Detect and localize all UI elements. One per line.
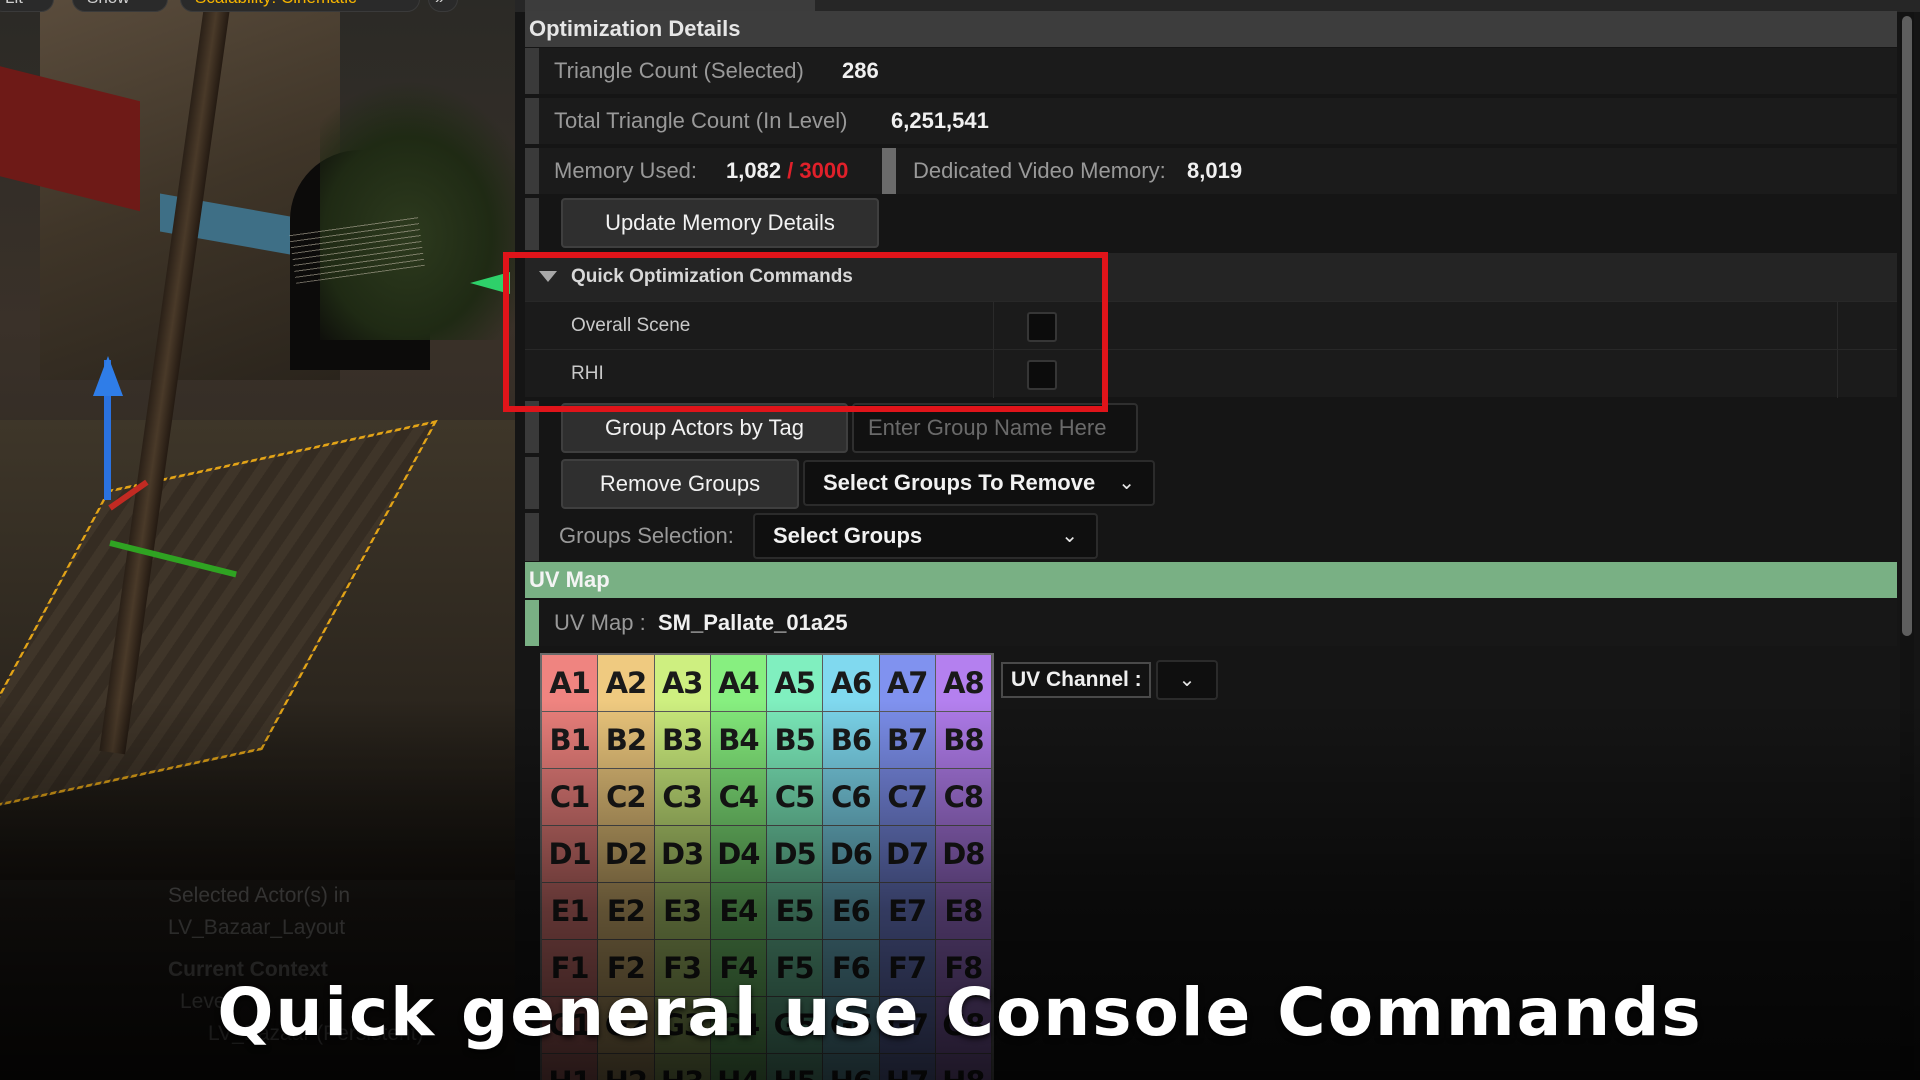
uv-cell: B6 (823, 712, 880, 769)
row-stripe (525, 148, 539, 194)
uv-cell: A6 (823, 655, 880, 712)
groups-selection-row: Groups Selection: Select Groups ⌄ (525, 513, 1897, 561)
uv-cell: E5 (767, 883, 824, 940)
uv-cell: C4 (710, 769, 767, 826)
level-viewport[interactable]: Lit Show Scalability: Cinematic » Select… (0, 0, 515, 1080)
viewport-toolbar: Lit Show Scalability: Cinematic » (0, 0, 515, 16)
uv-cell: C3 (654, 769, 711, 826)
uv-cell: D6 (823, 826, 880, 883)
uv-cell: E6 (823, 883, 880, 940)
video-memory-value: 8,019 (1187, 158, 1243, 183)
uv-cell: C8 (935, 769, 992, 826)
uv-cell: C5 (767, 769, 824, 826)
uv-cell: D8 (935, 826, 992, 883)
column-divider (1837, 350, 1838, 398)
uv-cell: E3 (654, 883, 711, 940)
uv-cell: B3 (654, 712, 711, 769)
uv-cell: B5 (767, 712, 824, 769)
uv-cell: B4 (710, 712, 767, 769)
uv-cell: B7 (879, 712, 936, 769)
uv-cell: D3 (654, 826, 711, 883)
memory-used-amount: 1,082 (726, 158, 782, 183)
uv-channel-dropdown[interactable]: ⌄ (1156, 660, 1218, 700)
row-stripe (525, 98, 539, 144)
memory-cap: 3000 (799, 158, 849, 183)
triangle-selected-label: Triangle Count (Selected) (554, 58, 804, 83)
update-memory-row: Update Memory Details (525, 198, 1897, 250)
memory-divider (882, 148, 896, 194)
uv-cell: D2 (598, 826, 655, 883)
scene-plant (320, 80, 515, 340)
row-stripe (525, 513, 539, 561)
row-stripe (525, 457, 539, 509)
uv-cell: A2 (598, 655, 655, 712)
select-groups-to-remove-dropdown[interactable]: Select Groups To Remove ⌄ (803, 460, 1155, 506)
uv-cell: E4 (710, 883, 767, 940)
uv-channel-label: UV Channel : (1001, 662, 1151, 698)
memory-used-label: Memory Used: (554, 158, 698, 183)
uv-cell: E8 (935, 883, 992, 940)
chevron-down-icon: ⌄ (1061, 525, 1078, 547)
optimization-details-header[interactable]: Optimization Details (525, 11, 1897, 47)
memory-used-value: 1,082 / 3000 (726, 158, 848, 184)
triangle-total-row: Total Triangle Count (In Level) 6,251,54… (525, 98, 1897, 144)
selected-actor-info: Selected Actor(s) in (168, 884, 351, 907)
chevron-down-icon: ⌄ (1178, 669, 1196, 691)
uv-cell: E7 (879, 883, 936, 940)
uv-cell: B8 (935, 712, 992, 769)
lit-mode-button[interactable]: Lit (0, 0, 54, 12)
column-divider (1837, 302, 1838, 350)
uv-cell: B1 (542, 712, 599, 769)
uv-cell: E1 (542, 883, 599, 940)
uv-map-label: UV Map : (554, 610, 646, 635)
row-stripe (525, 198, 539, 250)
show-menu-button[interactable]: Show (72, 0, 168, 12)
uv-map-mesh-name: SM_Pallate_01a25 (658, 610, 848, 635)
row-stripe (525, 48, 539, 94)
panel-scrollbar-thumb[interactable] (1902, 16, 1912, 636)
remove-groups-button[interactable]: Remove Groups (561, 459, 799, 509)
uv-cell: A3 (654, 655, 711, 712)
selected-actor-level: LV_Bazaar_Layout (168, 916, 346, 939)
uv-cell: C1 (542, 769, 599, 826)
select-groups-value: Select Groups (773, 523, 923, 548)
gizmo-z-arrow-icon[interactable] (93, 356, 123, 396)
select-groups-to-remove-value: Select Groups To Remove (823, 470, 1096, 495)
overflow-button[interactable]: » (428, 0, 458, 12)
chevron-down-icon: ⌄ (1118, 472, 1135, 494)
groups-selection-label: Groups Selection: (559, 523, 734, 548)
video-memory-label: Dedicated Video Memory: (913, 158, 1166, 183)
uv-cell: A5 (767, 655, 824, 712)
scalability-button[interactable]: Scalability: Cinematic (180, 0, 420, 12)
uv-cell: A8 (935, 655, 992, 712)
triangle-selected-value: 286 (842, 58, 879, 83)
select-groups-dropdown[interactable]: Select Groups ⌄ (753, 513, 1098, 559)
uv-cell: B2 (598, 712, 655, 769)
uv-cell: D7 (879, 826, 936, 883)
video-caption: Quick general use Console Commands (217, 974, 1703, 1051)
uv-cell: A4 (710, 655, 767, 712)
uv-cell: C6 (823, 769, 880, 826)
uv-cell: C2 (598, 769, 655, 826)
editor-window: Lit Show Scalability: Cinematic » Select… (0, 0, 1920, 1080)
memory-separator: / (781, 158, 800, 183)
uv-cell: C7 (879, 769, 936, 826)
uv-cell: A7 (879, 655, 936, 712)
uv-cell: D4 (710, 826, 767, 883)
uv-map-name-row: UV Map : SM_Pallate_01a25 (525, 600, 1897, 646)
triangle-selected-row: Triangle Count (Selected) 286 (525, 48, 1897, 94)
uv-cell: E2 (598, 883, 655, 940)
remove-groups-row: Remove Groups Select Groups To Remove ⌄ (525, 457, 1897, 509)
triangle-total-label: Total Triangle Count (In Level) (554, 108, 848, 133)
triangle-total-value: 6,251,541 (891, 108, 989, 133)
memory-row: Memory Used: 1,082 / 3000 Dedicated Vide… (525, 148, 1897, 194)
update-memory-button[interactable]: Update Memory Details (561, 198, 879, 248)
uv-cell: D5 (767, 826, 824, 883)
highlight-box (503, 252, 1108, 412)
uv-cell: A1 (542, 655, 599, 712)
row-stripe (525, 600, 539, 646)
uv-cell: D1 (542, 826, 599, 883)
uv-map-header[interactable]: UV Map (525, 562, 1897, 598)
